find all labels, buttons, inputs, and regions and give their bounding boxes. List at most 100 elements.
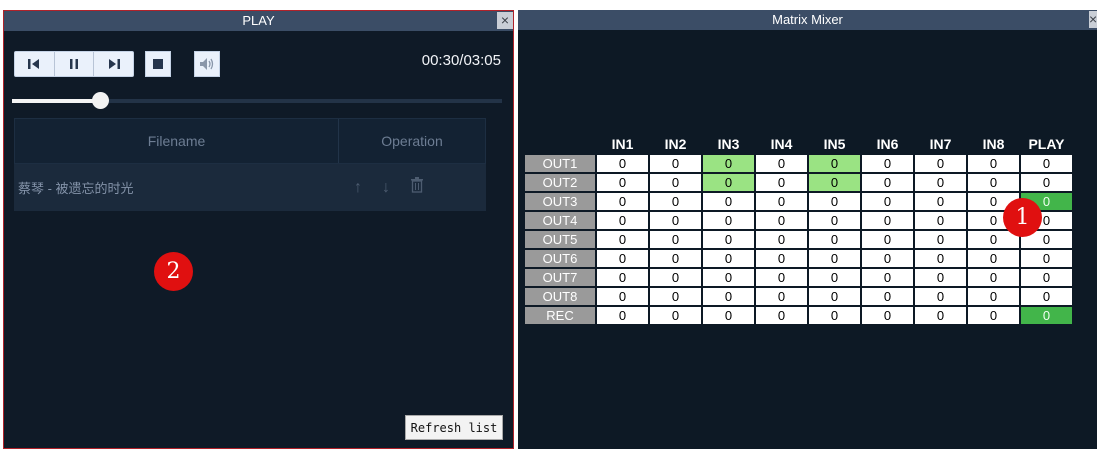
- previous-button[interactable]: [15, 52, 55, 76]
- matrix-gain-cell[interactable]: 0: [968, 288, 1019, 305]
- matrix-gain-cell[interactable]: 0: [809, 288, 860, 305]
- matrix-gain-cell[interactable]: 0: [756, 212, 807, 229]
- matrix-gain-cell[interactable]: 0: [862, 231, 913, 248]
- matrix-gain-cell[interactable]: 0: [809, 307, 860, 324]
- transport-controls: [14, 51, 134, 77]
- matrix-gain-cell[interactable]: 0: [1021, 307, 1072, 324]
- matrix-gain-cell[interactable]: 0: [1021, 250, 1072, 267]
- mixer-titlebar: Matrix Mixer ×: [518, 10, 1097, 30]
- matrix-gain-cell[interactable]: 0: [1021, 269, 1072, 286]
- matrix-gain-cell[interactable]: 0: [915, 212, 966, 229]
- pause-button[interactable]: [55, 52, 95, 76]
- matrix-gain-cell[interactable]: 0: [756, 288, 807, 305]
- matrix-gain-cell[interactable]: 0: [650, 231, 701, 248]
- matrix-gain-cell[interactable]: 0: [703, 250, 754, 267]
- progress-fill: [12, 99, 101, 103]
- matrix-gain-cell[interactable]: 0: [915, 307, 966, 324]
- matrix-gain-cell[interactable]: 0: [809, 212, 860, 229]
- matrix-gain-cell[interactable]: 0: [703, 269, 754, 286]
- file-row[interactable]: 蔡琴 - 被遗忘的时光 ↑ ↓: [14, 164, 486, 211]
- matrix-gain-cell[interactable]: 0: [915, 250, 966, 267]
- volume-button[interactable]: [194, 51, 220, 77]
- matrix-gain-cell[interactable]: 0: [756, 231, 807, 248]
- matrix-column-header: PLAY: [1028, 136, 1065, 152]
- move-up-icon[interactable]: ↑: [354, 179, 362, 197]
- matrix-gain-cell[interactable]: 0: [597, 250, 648, 267]
- matrix-gain-cell[interactable]: 0: [862, 155, 913, 172]
- matrix-gain-cell[interactable]: 0: [968, 174, 1019, 191]
- matrix-gain-cell[interactable]: 0: [597, 174, 648, 191]
- matrix-gain-cell[interactable]: 0: [968, 307, 1019, 324]
- matrix-row: OUT4 0 0 0 0 0 0 0 0 0: [525, 212, 1072, 229]
- move-down-icon[interactable]: ↓: [382, 179, 390, 197]
- matrix-gain-cell[interactable]: 0: [1021, 288, 1072, 305]
- matrix-gain-cell[interactable]: 0: [809, 193, 860, 210]
- matrix-gain-cell[interactable]: 0: [597, 269, 648, 286]
- matrix-gain-cell[interactable]: 0: [650, 155, 701, 172]
- matrix-gain-cell[interactable]: 0: [915, 155, 966, 172]
- matrix-gain-cell[interactable]: 0: [650, 212, 701, 229]
- matrix-gain-cell[interactable]: 0: [915, 288, 966, 305]
- matrix-gain-cell[interactable]: 0: [862, 307, 913, 324]
- matrix-gain-cell[interactable]: 0: [650, 193, 701, 210]
- matrix-gain-cell[interactable]: 0: [915, 174, 966, 191]
- matrix-gain-cell[interactable]: 0: [597, 155, 648, 172]
- matrix-gain-cell[interactable]: 0: [862, 174, 913, 191]
- matrix-gain-cell[interactable]: 0: [650, 269, 701, 286]
- matrix-gain-cell[interactable]: 0: [1021, 155, 1072, 172]
- matrix-gain-cell[interactable]: 0: [809, 231, 860, 248]
- matrix-gain-cell[interactable]: 0: [968, 269, 1019, 286]
- matrix-gain-cell[interactable]: 0: [862, 250, 913, 267]
- matrix-gain-cell[interactable]: 0: [915, 231, 966, 248]
- close-icon: ×: [500, 12, 510, 28]
- matrix-gain-cell[interactable]: 0: [915, 269, 966, 286]
- stop-button[interactable]: [145, 51, 171, 77]
- matrix-gain-cell[interactable]: 0: [703, 288, 754, 305]
- matrix-gain-cell[interactable]: 0: [756, 174, 807, 191]
- matrix-column-header: IN1: [611, 136, 634, 152]
- matrix-gain-cell[interactable]: 0: [756, 193, 807, 210]
- play-titlebar: PLAY ×: [4, 11, 513, 31]
- matrix-gain-cell[interactable]: 0: [809, 250, 860, 267]
- matrix-gain-cell[interactable]: 0: [862, 193, 913, 210]
- matrix-row-label: OUT5: [525, 231, 595, 248]
- matrix-gain-cell[interactable]: 0: [968, 250, 1019, 267]
- next-button[interactable]: [94, 52, 133, 76]
- matrix-gain-cell[interactable]: 0: [756, 269, 807, 286]
- matrix-gain-cell[interactable]: 0: [650, 288, 701, 305]
- matrix-gain-cell[interactable]: 0: [703, 307, 754, 324]
- matrix-gain-cell[interactable]: 0: [1021, 174, 1072, 191]
- matrix-gain-cell[interactable]: 0: [597, 307, 648, 324]
- matrix-gain-cell[interactable]: 0: [756, 155, 807, 172]
- progress-slider[interactable]: [12, 92, 502, 109]
- matrix-gain-cell[interactable]: 0: [862, 212, 913, 229]
- matrix-gain-cell[interactable]: 0: [597, 212, 648, 229]
- matrix-row: OUT5 0 0 0 0 0 0 0 0 0: [525, 231, 1072, 248]
- matrix-gain-cell[interactable]: 0: [862, 269, 913, 286]
- matrix-gain-cell[interactable]: 0: [650, 250, 701, 267]
- matrix-gain-cell[interactable]: 0: [756, 307, 807, 324]
- matrix-gain-cell[interactable]: 0: [915, 193, 966, 210]
- matrix-gain-cell[interactable]: 0: [703, 231, 754, 248]
- mixer-close-button[interactable]: ×: [1089, 11, 1097, 28]
- refresh-list-button[interactable]: Refresh list: [405, 415, 503, 440]
- matrix-gain-cell[interactable]: 0: [703, 155, 754, 172]
- matrix-gain-cell[interactable]: 0: [597, 288, 648, 305]
- delete-icon[interactable]: [410, 177, 424, 198]
- matrix-gain-cell[interactable]: 0: [703, 212, 754, 229]
- matrix-gain-cell[interactable]: 0: [968, 155, 1019, 172]
- matrix-gain-cell[interactable]: 0: [756, 250, 807, 267]
- play-close-button[interactable]: ×: [497, 12, 513, 29]
- matrix-gain-cell[interactable]: 0: [703, 193, 754, 210]
- matrix-gain-cell[interactable]: 0: [862, 288, 913, 305]
- matrix-gain-cell[interactable]: 0: [809, 269, 860, 286]
- matrix-gain-cell[interactable]: 0: [597, 193, 648, 210]
- matrix-gain-cell[interactable]: 0: [703, 174, 754, 191]
- matrix-gain-cell[interactable]: 0: [597, 231, 648, 248]
- matrix-gain-cell[interactable]: 0: [650, 174, 701, 191]
- progress-knob[interactable]: [92, 92, 110, 109]
- matrix-gain-cell[interactable]: 0: [650, 307, 701, 324]
- matrix-gain-cell[interactable]: 0: [809, 155, 860, 172]
- matrix-row-label: OUT4: [525, 212, 595, 229]
- matrix-gain-cell[interactable]: 0: [809, 174, 860, 191]
